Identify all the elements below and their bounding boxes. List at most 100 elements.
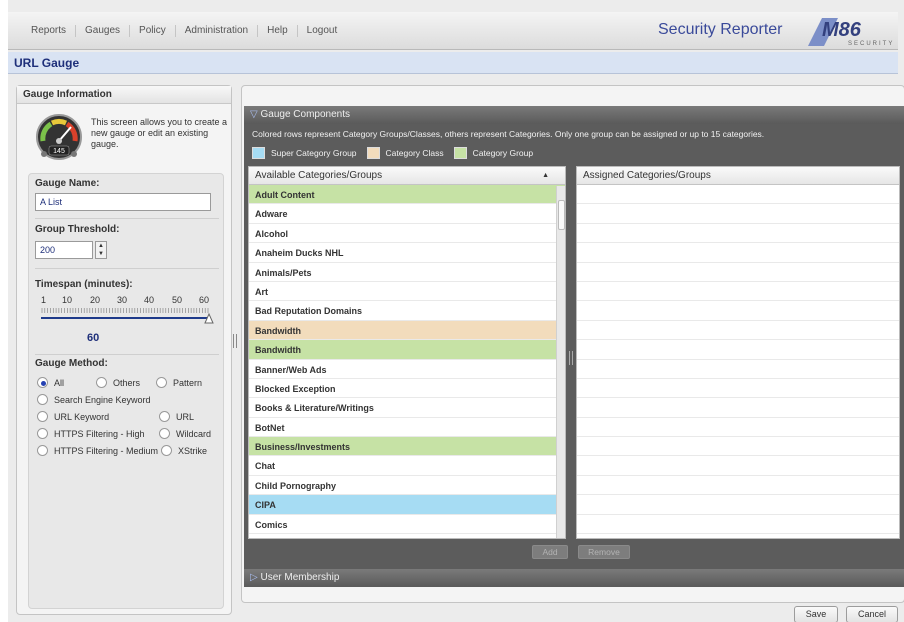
- timespan-tick-60: 60: [199, 295, 210, 305]
- list-item[interactable]: Chat: [249, 456, 565, 476]
- threshold-stepper[interactable]: ▲ ▼: [95, 241, 107, 259]
- legend-swatch: [366, 147, 380, 159]
- group-threshold-input[interactable]: 200: [35, 241, 93, 259]
- available-rows: Adult Content Adware Alcohol Anaheim Ducks …: [249, 185, 565, 535]
- method-url-keyword-radio[interactable]: URL Keyword: [37, 411, 109, 422]
- radio-icon[interactable]: [156, 377, 167, 388]
- empty-row: [577, 476, 899, 496]
- list-item[interactable]: Adult Content: [249, 185, 565, 205]
- radio-icon[interactable]: [159, 428, 170, 439]
- list-item[interactable]: Business/Investments: [249, 437, 565, 457]
- timespan-tick-30: 30: [117, 295, 128, 305]
- empty-row: [577, 437, 899, 457]
- method-pattern-radio[interactable]: Pattern: [156, 377, 202, 388]
- empty-row: [577, 321, 899, 341]
- list-item[interactable]: BotNet: [249, 417, 565, 438]
- list-item[interactable]: Bandwidth: [249, 340, 565, 360]
- empty-row: [577, 340, 899, 360]
- empty-row: [577, 185, 899, 205]
- gauge-information-panel: Gauge Information 145 This screen allows…: [16, 85, 232, 615]
- list-item[interactable]: Books & Literature/Writings: [249, 398, 565, 418]
- empty-row: [577, 224, 899, 244]
- list-item[interactable]: Blocked Exception: [249, 378, 565, 399]
- method-url-radio[interactable]: URL: [159, 411, 194, 422]
- available-categories-list[interactable]: Available Categories/Groups ▲ Adult Cont…: [248, 166, 566, 539]
- legend-swatch: [252, 147, 265, 159]
- menu-reports[interactable]: Reports: [22, 25, 77, 37]
- timespan-slider-track[interactable]: [41, 317, 209, 319]
- list-item[interactable]: Banner/Web Ads: [249, 359, 565, 379]
- gauge-icon: 145: [36, 114, 82, 160]
- radio-icon[interactable]: [37, 445, 48, 456]
- collapse-triangle-icon[interactable]: ▽: [250, 109, 258, 120]
- timespan-tick-20: 20: [90, 295, 101, 305]
- assigned-list-header[interactable]: Assigned Categories/Groups: [577, 167, 899, 185]
- save-button[interactable]: Save: [794, 606, 838, 622]
- empty-row: [577, 515, 899, 535]
- sort-ascending-icon[interactable]: ▲: [542, 172, 549, 179]
- list-item[interactable]: Animals/Pets: [249, 262, 565, 282]
- radio-icon[interactable]: [161, 445, 172, 456]
- list-item[interactable]: CIPA: [249, 495, 565, 515]
- list-item[interactable]: Adware: [249, 204, 565, 224]
- list-resize-handle[interactable]: [569, 351, 573, 365]
- timespan-slider-handle[interactable]: [204, 313, 214, 324]
- legend-category-class: Category Class: [366, 147, 444, 159]
- available-list-scrollbar[interactable]: [556, 186, 565, 538]
- svg-text:SECURITY: SECURITY: [848, 41, 894, 47]
- radio-icon[interactable]: [159, 411, 170, 422]
- page-title: URL Gauge: [14, 56, 80, 70]
- method-xstrike-radio[interactable]: XStrike: [161, 445, 207, 456]
- empty-row: [577, 243, 899, 263]
- method-wildcard-radio[interactable]: Wildcard: [159, 428, 211, 439]
- cancel-button[interactable]: Cancel: [846, 606, 898, 622]
- timespan-tick-1: 1: [41, 295, 47, 305]
- list-item[interactable]: Alcohol: [249, 223, 565, 244]
- list-item[interactable]: Bad Reputation Domains: [249, 301, 565, 321]
- method-https-high-radio[interactable]: HTTPS Filtering - High: [37, 428, 145, 439]
- method-others-radio[interactable]: Others: [96, 377, 140, 388]
- list-item[interactable]: Child Pornography: [249, 475, 565, 496]
- list-item[interactable]: Anaheim Ducks NHL: [249, 243, 565, 263]
- method-https-medium-radio[interactable]: HTTPS Filtering - Medium: [37, 445, 158, 456]
- radio-icon[interactable]: [96, 377, 107, 388]
- menu-administration[interactable]: Administration: [176, 25, 259, 37]
- list-item[interactable]: Art: [249, 281, 565, 302]
- method-search-engine-radio[interactable]: Search Engine Keyword: [37, 394, 151, 405]
- empty-row: [577, 360, 899, 379]
- stepper-up-icon[interactable]: ▲: [96, 242, 106, 250]
- menu-policy[interactable]: Policy: [130, 25, 176, 37]
- gauge-name-label: Gauge Name:: [35, 178, 100, 189]
- group-threshold-label: Group Threshold:: [35, 224, 120, 235]
- assigned-categories-list[interactable]: Assigned Categories/Groups: [576, 166, 900, 539]
- legend-swatch: [453, 147, 467, 159]
- list-item[interactable]: Comics: [249, 514, 565, 535]
- gauge-name-input[interactable]: A List: [35, 193, 211, 211]
- gauge-components-panel: ▽ Gauge Components Colored rows represen…: [241, 85, 904, 603]
- stepper-down-icon[interactable]: ▼: [96, 250, 106, 258]
- remove-button[interactable]: Remove: [578, 545, 630, 559]
- user-membership-header[interactable]: ▷ User Membership: [244, 569, 904, 587]
- radio-icon[interactable]: [37, 394, 48, 405]
- panel-resize-handle[interactable]: [233, 334, 237, 348]
- radio-icon[interactable]: [37, 428, 48, 439]
- components-note: Colored rows represent Category Groups/C…: [252, 129, 765, 139]
- add-button[interactable]: Add: [532, 545, 568, 559]
- menu-help[interactable]: Help: [258, 25, 298, 37]
- menu-logout[interactable]: Logout: [298, 25, 347, 37]
- scrollbar-thumb[interactable]: [558, 200, 565, 230]
- empty-row: [577, 398, 899, 418]
- empty-row: [577, 456, 899, 476]
- gauge-components-header[interactable]: ▽ Gauge Components: [244, 106, 904, 124]
- available-list-header[interactable]: Available Categories/Groups ▲: [249, 167, 565, 185]
- expand-triangle-icon[interactable]: ▷: [250, 572, 258, 583]
- timespan-value: 60: [87, 332, 100, 344]
- radio-icon[interactable]: [37, 411, 48, 422]
- menu-gauges[interactable]: Gauges: [76, 25, 131, 37]
- empty-row: [577, 204, 899, 224]
- list-item[interactable]: Bandwidth: [249, 320, 565, 341]
- timespan-tick-50: 50: [172, 295, 183, 305]
- method-all-radio[interactable]: All: [37, 377, 64, 388]
- gauge-information-header: Gauge Information: [17, 86, 231, 104]
- radio-selected-icon[interactable]: [37, 377, 48, 388]
